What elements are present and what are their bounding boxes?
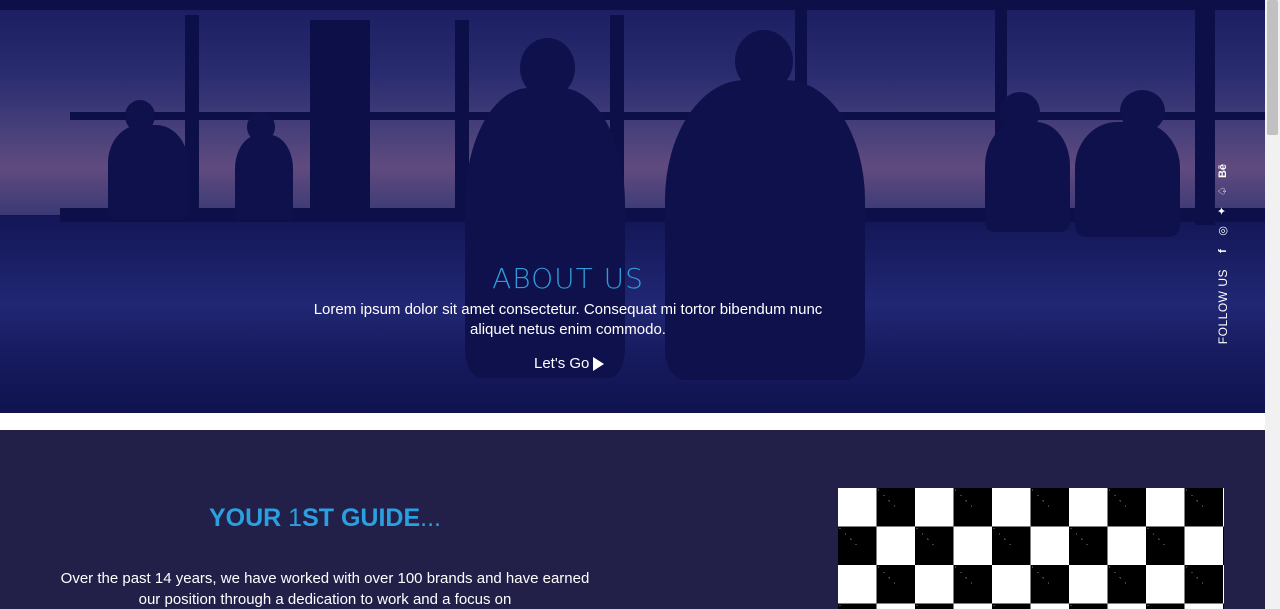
hero-description: Lorem ipsum dolor sit amet consectetur. … xyxy=(313,301,823,338)
guide-title-part: ST GUIDE xyxy=(302,504,421,532)
facebook-icon[interactable]: f xyxy=(1217,249,1229,253)
guide-title: YOUR 1ST GUIDE... xyxy=(0,504,650,533)
hero-banner: ABOUT US Lorem ipsum dolor sit amet cons… xyxy=(0,0,1265,413)
lets-go-button[interactable]: Let's Go xyxy=(534,355,605,372)
scrollbar-thumb[interactable] xyxy=(1267,0,1278,135)
behance-icon[interactable]: Bē xyxy=(1217,164,1229,178)
instagram-icon[interactable]: ◎ xyxy=(1217,226,1229,236)
guide-title-part: ... xyxy=(420,504,441,532)
snapchat-icon[interactable]: ♤ xyxy=(1217,186,1229,196)
play-icon xyxy=(593,356,605,371)
hero-title: ABOUT US xyxy=(492,262,644,295)
guide-section: YOUR 1ST GUIDE... Over the past 14 years… xyxy=(0,430,1265,609)
follow-us-label: FOLLOW US xyxy=(1216,269,1230,345)
cta-label: Let's Go xyxy=(534,355,590,372)
guide-title-part: 1 xyxy=(288,504,303,532)
page-scrollbar[interactable] xyxy=(1265,0,1280,609)
guide-description: Over the past 14 years, we have worked w… xyxy=(60,570,590,608)
hero-overlay xyxy=(0,0,1265,413)
social-follow-bar: Bē ♤ ✦ ◎ f FOLLOW US xyxy=(1212,164,1234,345)
twitter-icon[interactable]: ✦ xyxy=(1217,206,1229,215)
placeholder-image xyxy=(838,488,1224,609)
guide-title-part: YOUR xyxy=(208,504,289,532)
